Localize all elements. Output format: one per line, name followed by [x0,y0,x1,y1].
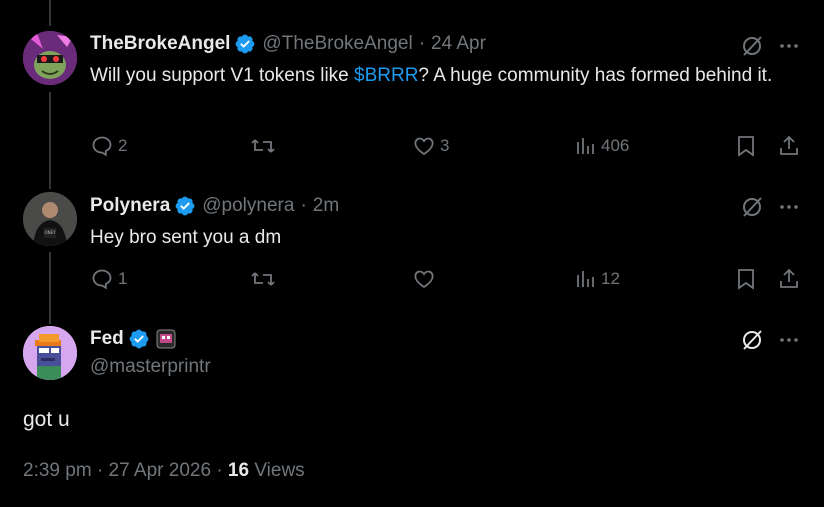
views-button[interactable]: 12 [575,267,620,291]
bookmark-button[interactable] [735,267,757,291]
like-button[interactable] [412,267,440,291]
verified-badge-icon [234,33,256,55]
more-icon[interactable] [778,35,800,57]
tweet-text: got u [23,408,70,431]
share-icon [780,268,798,288]
thread-line-1 [49,92,51,189]
avatar[interactable] [23,326,77,380]
like-count: 3 [440,136,450,155]
tweet-footer: 2:39 pm · 27 Apr 2026 · 16 Views [23,460,305,482]
reply-count: 2 [118,136,128,155]
tweet-date[interactable]: 27 Apr 2026 [109,460,211,481]
tweet-time[interactable]: 2:39 pm [23,460,92,481]
tweet-text-part: ? A huge community has formed behind it. [418,65,773,86]
cashtag-link[interactable]: $BRRR [354,65,418,86]
tweet-time[interactable]: 2m [313,195,339,217]
separator: · [300,195,307,216]
avatar[interactable] [23,31,77,85]
reply-button[interactable]: 2 [90,134,127,158]
tweet-text: Will you support V1 tokens like $BRRR? A… [90,62,780,89]
author-handle[interactable]: @polynera [202,195,294,217]
repost-icon [251,272,275,286]
author-name[interactable]: Fed [90,328,124,350]
author-name[interactable]: TheBrokeAngel [90,33,230,55]
share-button[interactable] [778,134,800,158]
svg-text:ONEY: ONEY [44,230,56,235]
share-icon [780,135,798,155]
tweet-time[interactable]: 24 Apr [431,33,486,55]
repost-button[interactable] [250,267,280,291]
avatar[interactable]: ONEY [23,192,77,246]
views-count: 12 [601,269,620,288]
views-button[interactable]: 406 [575,134,629,158]
tweet-text: Hey bro sent you a dm [90,227,282,248]
views-icon [577,138,594,154]
views-count: 406 [601,136,630,155]
more-icon[interactable] [778,196,800,218]
separator: · [216,460,223,481]
author-name[interactable]: Polynera [90,195,170,217]
separator: · [418,33,426,54]
separator: · [96,460,104,481]
share-button[interactable] [778,267,800,291]
reply-count: 1 [118,269,128,288]
author-handle[interactable]: @TheBrokeAngel [262,33,412,55]
reply-button[interactable]: 1 [90,267,127,291]
views-label: Views [254,460,305,481]
grok-icon[interactable] [740,195,764,219]
heart-icon [414,270,434,289]
repost-button[interactable] [250,134,280,158]
grok-icon[interactable] [740,328,764,352]
bookmark-button[interactable] [735,134,757,158]
author-handle[interactable]: @masterprintr [90,356,211,378]
more-icon[interactable] [778,329,800,351]
verified-badge-icon [128,328,150,350]
views-icon [577,271,594,287]
bookmark-icon [738,136,754,157]
thread-line-2 [49,252,51,324]
heart-icon [414,137,434,156]
bookmark-icon [738,269,754,290]
verified-badge-icon [174,195,196,217]
tweet-text-part: Will you support V1 tokens like [90,65,355,86]
thread-line-top [49,0,51,26]
grok-icon[interactable] [740,34,764,58]
like-button[interactable]: 3 [412,134,449,158]
views-count: 16 [227,460,250,481]
affiliate-badge-icon[interactable] [156,329,176,349]
repost-icon [251,139,275,153]
reply-icon [92,136,112,157]
reply-icon [92,269,112,290]
